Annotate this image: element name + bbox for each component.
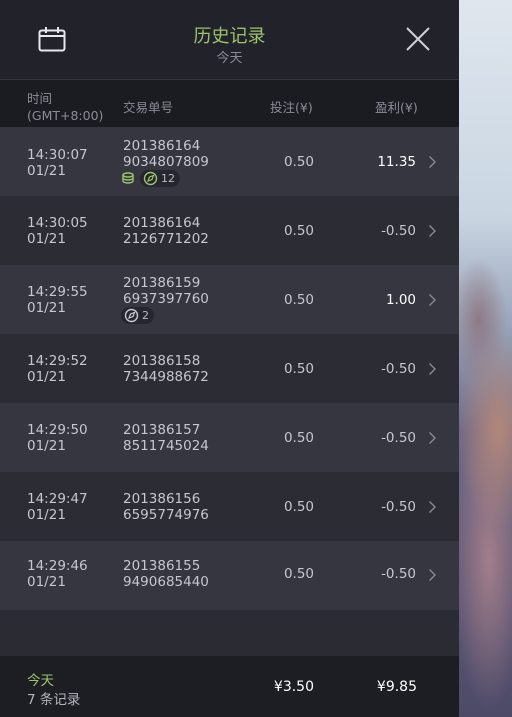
row-time: 14:30:07 01/21 <box>27 147 88 179</box>
badge-count: 2 <box>142 309 149 322</box>
chevron-right-icon <box>429 225 436 237</box>
column-headers: 时间 (GMT+8:00) 交易单号 投注(¥) 盈利(¥) <box>0 80 459 127</box>
page-subtitle: 今天 <box>216 51 243 66</box>
chevron-right-icon <box>429 363 436 375</box>
chevron-right-icon <box>429 156 436 168</box>
table-row[interactable]: 14:29:55 01/21 201386159 6937397760 2 0.50… <box>0 265 459 334</box>
background-scenery <box>459 0 512 717</box>
coins-icon <box>122 171 134 184</box>
badge-count: 12 <box>161 172 175 185</box>
col-time-timezone: (GMT+8:00) <box>27 108 104 123</box>
table-row[interactable]: 14:29:46 01/21 201386155 9490685440 0.50 -… <box>0 541 459 610</box>
row-profit: -0.50 <box>381 430 416 446</box>
chevron-right-icon <box>429 294 436 306</box>
row-time: 14:30:05 01/21 <box>27 215 88 247</box>
summary-footer: 今天 7 条记录 ¥3.50 ¥9.85 <box>0 656 459 717</box>
history-panel: 历史记录 今天 时间 (GMT+8:00) 交易单号 投注(¥) 盈利(¥) 1… <box>0 0 459 717</box>
table-row[interactable]: 14:30:07 01/21 201386164 9034807809 12 0.5… <box>0 127 459 196</box>
records-list: 14:30:07 01/21 201386164 9034807809 12 0.5… <box>0 127 459 610</box>
row-time: 14:29:46 01/21 <box>27 558 88 590</box>
row-profit: 11.35 <box>377 154 416 170</box>
row-bet: 0.50 <box>283 499 314 515</box>
table-row[interactable]: 14:29:47 01/21 201386156 6595774976 0.50 -… <box>0 472 459 541</box>
chevron-right-icon <box>429 501 436 513</box>
list-empty-area <box>0 610 459 656</box>
row-bet: 0.50 <box>283 430 314 446</box>
table-row[interactable]: 14:30:05 01/21 201386164 2126771202 0.50 -… <box>0 196 459 265</box>
header: 历史记录 今天 <box>0 0 459 80</box>
row-profit: -0.50 <box>381 566 416 582</box>
row-order-id: 201386164 9034807809 <box>123 138 209 170</box>
row-order-id: 201386155 9490685440 <box>123 558 209 590</box>
row-profit: -0.50 <box>381 223 416 239</box>
row-order-id: 201386164 2126771202 <box>123 215 209 247</box>
chevron-right-icon <box>429 432 436 444</box>
row-order-id: 201386158 7344988672 <box>123 353 209 385</box>
row-time: 14:29:55 01/21 <box>27 284 88 316</box>
compass-icon <box>124 308 139 323</box>
table-row[interactable]: 14:29:52 01/21 201386158 7344988672 0.50 -… <box>0 334 459 403</box>
row-bet: 0.50 <box>283 154 314 170</box>
row-bet: 0.50 <box>283 223 314 239</box>
row-time: 14:29:52 01/21 <box>27 353 88 385</box>
row-order-id: 201386157 8511745024 <box>123 422 209 454</box>
footer-record-count: 7 条记录 <box>27 692 81 708</box>
footer-total-profit: ¥9.85 <box>376 679 417 695</box>
row-time: 14:29:47 01/21 <box>27 491 88 523</box>
table-row[interactable]: 14:29:50 01/21 201386157 8511745024 0.50 -… <box>0 403 459 472</box>
row-bet: 0.50 <box>283 361 314 377</box>
row-profit: -0.50 <box>381 361 416 377</box>
row-time: 14:29:50 01/21 <box>27 422 88 454</box>
row-order-id: 201386159 6937397760 <box>123 275 209 307</box>
chevron-right-icon <box>429 569 436 581</box>
col-bet-label: 投注(¥) <box>270 100 313 115</box>
col-time-label: 时间 <box>27 91 53 106</box>
footer-period: 今天 <box>27 673 54 689</box>
compass-icon <box>143 171 158 186</box>
row-bet: 0.50 <box>283 566 314 582</box>
row-badge: 12 <box>121 170 185 187</box>
row-profit: -0.50 <box>381 499 416 515</box>
row-bet: 0.50 <box>283 292 314 308</box>
col-order-label: 交易单号 <box>123 100 174 115</box>
footer-total-bet: ¥3.50 <box>273 679 314 695</box>
row-badge: 2 <box>121 307 154 324</box>
close-icon[interactable] <box>405 26 431 52</box>
row-profit: 1.00 <box>385 292 416 308</box>
row-order-id: 201386156 6595774976 <box>123 491 209 523</box>
col-profit-label: 盈利(¥) <box>375 100 418 115</box>
page-title: 历史记录 <box>193 26 266 47</box>
